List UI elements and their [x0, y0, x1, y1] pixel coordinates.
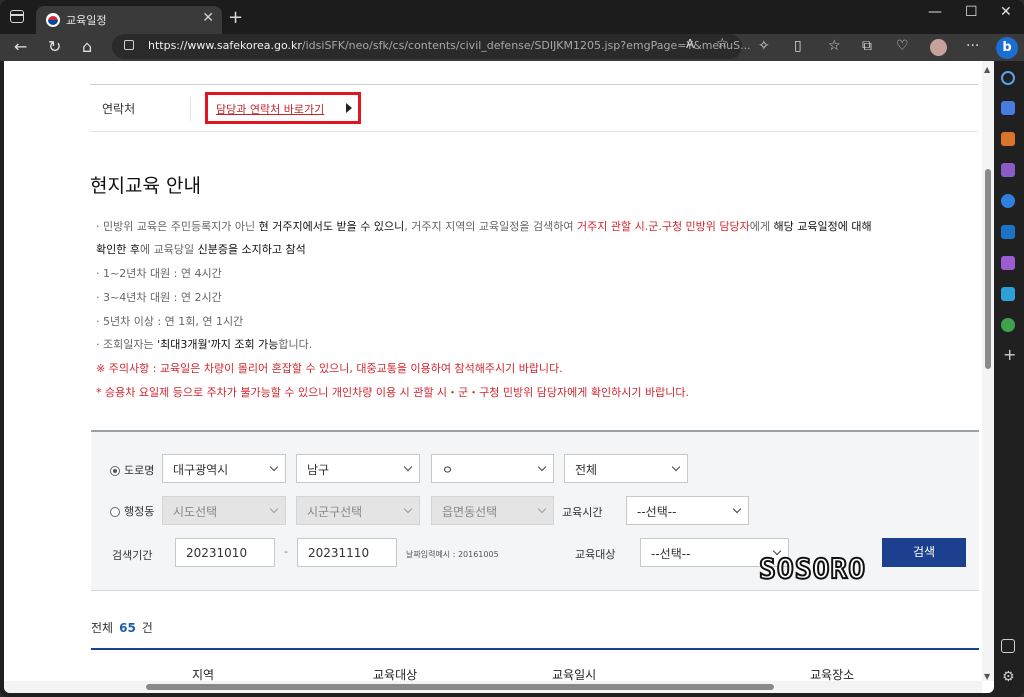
road-street-select[interactable]: ㅇ: [431, 454, 554, 483]
info-line-2: 확인한 후에 교육당일 신분증을 소지하고 참석: [96, 243, 306, 256]
favorites-icon[interactable]: ☆: [828, 38, 841, 54]
address-toolbar: ← ↻ ⌂ https://www.safekorea.go.kr/idsiSF…: [0, 34, 1024, 61]
target-label: 교육대상: [575, 548, 616, 561]
taegeuk-favicon-icon: [46, 13, 60, 27]
browser-window: 교육일정 ✕ + — ☐ ✕ ← ↻ ⌂ https://www.safekor…: [0, 0, 1024, 697]
favorite-star-icon[interactable]: ☆: [716, 36, 729, 52]
back-icon[interactable]: ←: [14, 37, 27, 56]
section-title: 현지교육 안내: [90, 175, 201, 197]
vertical-scroll-thumb[interactable]: [985, 169, 991, 369]
watermark-logo: SOSORO: [758, 551, 867, 586]
road-city-select[interactable]: 대구광역시: [162, 454, 286, 483]
search-button[interactable]: 검색: [882, 538, 966, 567]
profile-avatar[interactable]: [930, 39, 947, 56]
maximize-icon[interactable]: ☐: [965, 4, 978, 20]
arrow-right-icon: [346, 103, 352, 113]
home-icon[interactable]: ⌂: [82, 37, 92, 56]
horizontal-scrollbar[interactable]: [4, 681, 982, 693]
vertical-scrollbar[interactable]: ▲ ▼: [982, 61, 994, 681]
tree-icon[interactable]: [1001, 318, 1015, 332]
add-sidebar-app-icon[interactable]: +: [1003, 345, 1016, 364]
date-hint: 날짜입력예시 : 20161005: [406, 550, 499, 559]
tab-active[interactable]: 교육일정 ✕: [36, 6, 222, 34]
shopping-tag-icon[interactable]: [1001, 101, 1015, 115]
scroll-down-icon[interactable]: ▼: [984, 672, 990, 681]
scroll-up-icon[interactable]: ▲: [984, 65, 990, 74]
road-district-select[interactable]: 남구: [296, 454, 420, 483]
contact-link-callout[interactable]: 담당과 연락처 바로가기: [205, 92, 361, 124]
search-icon[interactable]: [1001, 71, 1015, 85]
road-name-label: 도로명: [124, 464, 155, 477]
contact-row: 연락처 담당과 연락처 바로가기: [90, 84, 978, 132]
road-name-radio[interactable]: [110, 466, 120, 476]
search-panel: 도로명 대구광역시 남구 ㅇ 전체 행정동 시도선택 시군구선택 읍면동선택 교…: [91, 430, 979, 591]
settings-gear-icon[interactable]: ⚙: [1002, 669, 1015, 685]
info-line-4: · 3~4년차 대원 : 연 2시간: [96, 291, 222, 304]
tab-actions-icon[interactable]: [10, 10, 24, 23]
outlook-icon[interactable]: [1001, 225, 1015, 239]
send-icon[interactable]: [1001, 287, 1015, 301]
microsoft365-icon[interactable]: [1001, 194, 1015, 208]
copilot-icon[interactable]: b: [996, 37, 1018, 59]
collections-icon[interactable]: ⧉: [862, 38, 872, 54]
warning-line-1: ※ 주의사항 : 교육일은 차량이 몰리어 혼잡할 수 있으니, 대중교통을 이…: [96, 362, 563, 375]
close-window-icon[interactable]: ✕: [1000, 4, 1012, 20]
road-all-select[interactable]: 전체: [564, 454, 688, 483]
more-menu-icon[interactable]: ···: [966, 38, 979, 54]
close-tab-icon[interactable]: ✕: [202, 10, 214, 26]
info-line-1: · 민방위 교육은 주민등록지가 아닌 현 거주지에서도 받을 수 있으니, 거…: [96, 220, 872, 233]
read-aloud-icon[interactable]: A: [686, 37, 694, 51]
contact-divider: [190, 97, 191, 121]
tools-icon[interactable]: [1001, 132, 1015, 146]
edu-time-label: 교육시간: [562, 506, 603, 519]
period-label: 검색기간: [112, 549, 153, 562]
url-text[interactable]: https://www.safekorea.go.kr/idsiSFK/neo/…: [148, 39, 751, 52]
contact-link[interactable]: 담당과 연락처 바로가기: [216, 101, 324, 117]
lock-icon[interactable]: [124, 40, 134, 50]
admin-dong-radio[interactable]: [110, 507, 120, 517]
end-date-input[interactable]: 20231110: [297, 538, 397, 567]
performance-icon[interactable]: ♡: [896, 38, 909, 54]
date-separator: -: [284, 545, 288, 558]
web-page: 연락처 담당과 연락처 바로가기 현지교육 안내 · 민방위 교육은 주민등록지…: [4, 61, 994, 693]
designer-icon[interactable]: [1001, 256, 1015, 270]
edu-time-select[interactable]: --선택--: [626, 496, 749, 525]
start-date-input[interactable]: 20231010: [175, 538, 275, 567]
split-screen-icon[interactable]: ▯: [794, 38, 802, 54]
info-line-3: · 1~2년차 대원 : 연 4시간: [96, 267, 222, 280]
address-bar[interactable]: https://www.safekorea.go.kr/idsiSFK/neo/…: [112, 34, 751, 59]
info-line-6: · 조회일자는 '최대3개월'까지 조회 가능합니다.: [96, 338, 313, 351]
new-tab-icon[interactable]: +: [228, 7, 243, 28]
minimize-icon[interactable]: —: [928, 4, 942, 20]
tab-bar: 교육일정 ✕ + — ☐ ✕: [0, 0, 1024, 34]
admin-city-select[interactable]: 시도선택: [162, 496, 286, 525]
tab-title: 교육일정: [66, 14, 107, 27]
horizontal-scroll-thumb[interactable]: [146, 684, 774, 690]
games-icon[interactable]: [1001, 163, 1015, 177]
admin-dong-label: 행정동: [124, 505, 155, 518]
warning-line-2: * 승용차 요일제 등으로 주차가 불가능할 수 있으니 개인차량 이용 시 관…: [96, 386, 689, 399]
extensions-icon[interactable]: ✧: [758, 38, 770, 54]
edge-sidebar: + ⚙: [994, 61, 1024, 697]
refresh-icon[interactable]: ↻: [48, 37, 61, 56]
contact-label: 연락처: [102, 102, 136, 116]
admin-town-select[interactable]: 읍면동선택: [431, 496, 554, 525]
info-line-5: · 5년차 이상 : 연 1회, 연 1시간: [96, 315, 244, 328]
total-count: 전체 65 건: [91, 621, 153, 635]
sidebar-layout-icon[interactable]: [1001, 639, 1015, 653]
admin-district-select[interactable]: 시군구선택: [296, 496, 420, 525]
